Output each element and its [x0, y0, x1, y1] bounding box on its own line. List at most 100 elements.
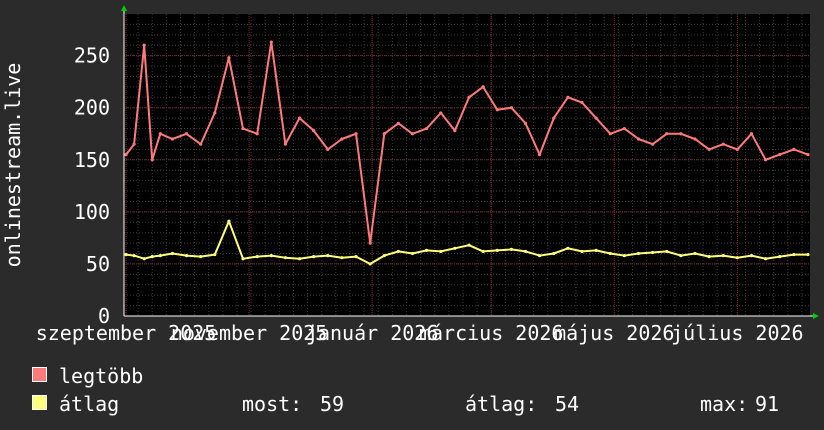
- data-point: [142, 43, 146, 47]
- data-point: [622, 254, 626, 258]
- data-point: [354, 132, 358, 136]
- data-point: [552, 251, 556, 256]
- data-point: [425, 248, 429, 252]
- data-point: [495, 108, 499, 112]
- data-point: [679, 254, 683, 258]
- data-point: [368, 241, 372, 245]
- data-point: [566, 246, 570, 250]
- stat-max-label: max:: [700, 392, 749, 416]
- y-tick-label: 250: [74, 44, 110, 68]
- data-point: [382, 132, 386, 136]
- data-point: [227, 56, 231, 60]
- data-point: [184, 254, 189, 258]
- chart: 050100150200250szeptember 2025november 2…: [1, 5, 819, 345]
- data-point: [283, 142, 288, 146]
- data-point: [509, 106, 513, 110]
- data-point: [467, 95, 471, 99]
- data-point: [312, 129, 316, 133]
- data-point: [326, 254, 330, 258]
- data-point: [453, 246, 457, 250]
- data-point: [538, 152, 542, 157]
- legend-swatch-avg: [32, 395, 47, 410]
- data-point: [170, 137, 175, 141]
- data-point: [439, 249, 443, 254]
- data-point: [326, 147, 330, 151]
- data-point: [184, 132, 189, 136]
- y-tick-label: 100: [74, 200, 110, 224]
- data-point: [354, 255, 358, 259]
- data-point: [665, 132, 669, 136]
- y-axis-label: onlinestream.live: [1, 63, 25, 268]
- data-point: [283, 256, 288, 260]
- data-point: [382, 254, 386, 258]
- data-point: [721, 142, 725, 146]
- data-point: [312, 255, 316, 259]
- data-point: [199, 142, 203, 146]
- data-point: [213, 252, 217, 257]
- stat-avg-label: átlag:: [465, 392, 538, 416]
- data-point: [792, 147, 796, 151]
- legend-label-avg: átlag: [59, 392, 120, 416]
- data-point: [269, 254, 273, 258]
- data-point: [158, 254, 162, 258]
- data-point: [439, 111, 443, 115]
- legend: legtöbb átlag most: 59 átlag: 54 max: 91: [30, 362, 810, 418]
- data-point: [199, 255, 203, 259]
- data-point: [806, 252, 810, 257]
- data-point: [241, 126, 245, 131]
- data-point: [764, 158, 768, 162]
- data-point: [594, 116, 598, 120]
- legend-row-avg: átlag most: 59 átlag: 54 max: 91: [30, 390, 810, 418]
- data-point: [778, 255, 782, 259]
- data-point: [410, 251, 415, 256]
- data-point: [693, 251, 697, 256]
- x-tick-label: július 2026: [671, 321, 803, 345]
- data-point: [721, 254, 725, 258]
- data-point: [425, 126, 429, 131]
- data-point: [523, 121, 528, 125]
- data-point: [213, 111, 217, 115]
- y-tick-label: 200: [74, 96, 110, 120]
- data-point: [707, 255, 711, 259]
- data-point: [170, 251, 175, 256]
- data-point: [495, 248, 499, 252]
- data-point: [297, 257, 302, 261]
- stat-now-value: 59: [320, 392, 345, 416]
- data-point: [778, 152, 782, 157]
- x-tick-label: május 2026: [554, 321, 674, 345]
- data-point: [538, 254, 542, 258]
- y-tick-label: 150: [74, 148, 110, 172]
- data-point: [651, 142, 655, 146]
- data-point: [523, 249, 528, 254]
- data-point: [509, 247, 513, 251]
- data-point: [124, 252, 128, 257]
- data-point: [566, 95, 570, 99]
- data-point: [150, 158, 154, 162]
- legend-swatch-max: [32, 367, 47, 382]
- data-point: [453, 129, 457, 133]
- data-point: [636, 137, 641, 141]
- data-point: [410, 132, 415, 136]
- y-axis-arrow: [121, 5, 127, 11]
- data-point: [255, 132, 259, 136]
- x-tick-label: november 2025: [171, 321, 328, 345]
- legend-row-max: legtöbb: [30, 362, 810, 390]
- plot-area: [124, 14, 810, 316]
- data-point: [132, 142, 136, 146]
- legend-label-max: legtöbb: [59, 364, 144, 388]
- data-point: [227, 219, 231, 223]
- data-point: [297, 116, 302, 120]
- data-point: [636, 251, 641, 256]
- data-point: [693, 137, 697, 141]
- data-point: [735, 147, 739, 151]
- data-point: [749, 132, 754, 136]
- x-axis-arrow: [813, 313, 819, 319]
- stat-avg-value: 54: [555, 392, 580, 416]
- data-point: [255, 255, 259, 259]
- data-point: [594, 248, 598, 252]
- data-point: [269, 40, 273, 44]
- data-point: [764, 257, 768, 261]
- data-point: [665, 249, 669, 254]
- data-point: [340, 256, 344, 260]
- data-point: [749, 254, 754, 258]
